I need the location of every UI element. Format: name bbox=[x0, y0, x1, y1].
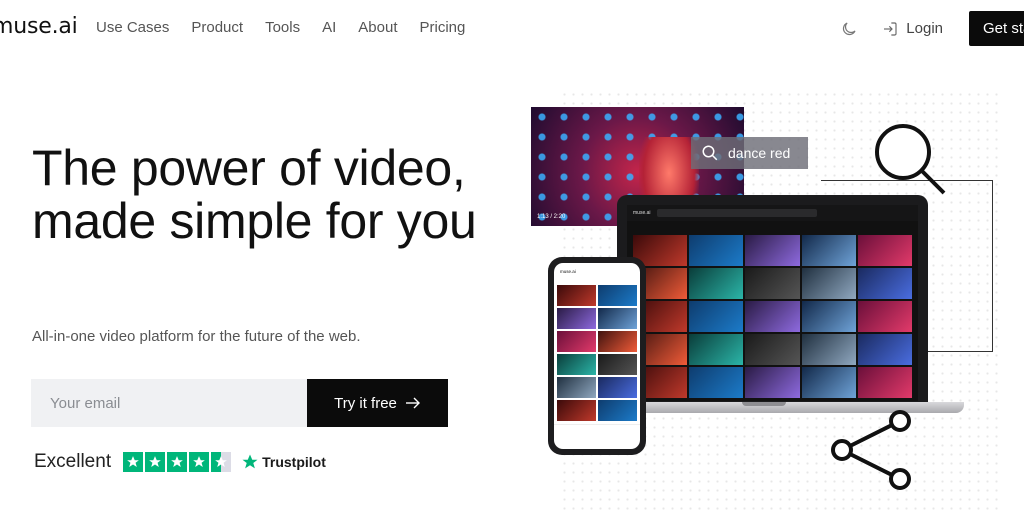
video-thumbnail bbox=[801, 367, 856, 398]
nav-link-product[interactable]: Product bbox=[191, 19, 243, 36]
video-thumbnail bbox=[801, 334, 856, 365]
phone-app-logo: muse.ai bbox=[560, 269, 576, 274]
video-thumbnail bbox=[598, 377, 637, 398]
magnifier-icon bbox=[875, 124, 946, 195]
star-icon bbox=[145, 452, 166, 472]
trustpilot-rating: Excellent Trustpilot bbox=[34, 451, 326, 473]
search-query-overlay: dance red bbox=[691, 137, 808, 169]
video-thumbnail bbox=[689, 268, 744, 299]
email-field-wrapper bbox=[31, 379, 307, 427]
video-thumbnail bbox=[557, 354, 596, 375]
video-thumbnail bbox=[557, 331, 596, 352]
search-icon bbox=[702, 145, 718, 161]
laptop-screen: muse.ai bbox=[627, 205, 918, 401]
trustpilot-star-icon bbox=[242, 454, 258, 469]
video-thumbnail bbox=[857, 235, 912, 266]
laptop-notch bbox=[742, 402, 786, 406]
phone-screen: muse.ai bbox=[554, 263, 640, 449]
video-thumbnail bbox=[801, 235, 856, 266]
star-icon bbox=[123, 452, 144, 472]
video-thumbnail bbox=[689, 235, 744, 266]
nav-link-tools[interactable]: Tools bbox=[265, 19, 300, 36]
nav-link-pricing[interactable]: Pricing bbox=[419, 19, 465, 36]
email-input[interactable] bbox=[50, 394, 290, 412]
video-thumbnail bbox=[689, 301, 744, 332]
video-thumbnail bbox=[598, 331, 637, 352]
phone-video-grid bbox=[554, 285, 640, 421]
video-grid bbox=[627, 235, 918, 398]
video-thumbnail bbox=[801, 268, 856, 299]
star-half-icon bbox=[211, 452, 232, 472]
login-label: Login bbox=[906, 20, 943, 37]
app-search-bar bbox=[656, 209, 817, 217]
video-thumbnail bbox=[745, 268, 800, 299]
login-icon bbox=[884, 21, 897, 36]
app-logo: muse.ai bbox=[633, 210, 651, 216]
video-thumbnail bbox=[857, 301, 912, 332]
star-icon bbox=[167, 452, 188, 472]
nav-link-use-cases[interactable]: Use Cases bbox=[96, 19, 169, 36]
try-it-free-button[interactable]: Try it free bbox=[307, 379, 448, 427]
video-thumbnail bbox=[857, 334, 912, 365]
video-thumbnail bbox=[689, 334, 744, 365]
login-link[interactable]: Login bbox=[882, 20, 943, 37]
video-thumbnail bbox=[557, 377, 596, 398]
video-thumbnail bbox=[598, 400, 637, 421]
video-thumbnail bbox=[745, 301, 800, 332]
video-thumbnail bbox=[745, 367, 800, 398]
top-nav: muse.ai Use Cases Product Tools AI About… bbox=[0, 0, 1024, 56]
app-section-header bbox=[627, 221, 918, 235]
star-icon bbox=[189, 452, 210, 472]
try-it-free-label: Try it free bbox=[334, 394, 397, 412]
laptop-mockup: muse.ai bbox=[617, 195, 928, 405]
nav-right: Login Get started bbox=[840, 11, 1024, 46]
hero-subhead: All-in-one video platform for the future… bbox=[32, 328, 361, 345]
phone-header: muse.ai bbox=[554, 263, 640, 285]
video-thumbnail bbox=[745, 235, 800, 266]
app-topbar: muse.ai bbox=[627, 205, 918, 221]
logo[interactable]: muse.ai bbox=[0, 14, 78, 39]
get-started-button[interactable]: Get started bbox=[969, 11, 1024, 46]
share-icon bbox=[831, 410, 911, 490]
rating-stars bbox=[123, 452, 232, 472]
trustpilot-label: Trustpilot bbox=[262, 454, 326, 470]
hero-headline: The power of video, made simple for you bbox=[32, 140, 477, 249]
video-thumbnail bbox=[598, 308, 637, 329]
trustpilot-logo[interactable]: Trustpilot bbox=[241, 453, 326, 471]
video-thumbnail bbox=[598, 285, 637, 306]
nav-links: Use Cases Product Tools AI About Pricing bbox=[96, 19, 487, 36]
video-thumbnail bbox=[557, 285, 596, 306]
phone-mockup: muse.ai bbox=[548, 257, 646, 455]
nav-link-ai[interactable]: AI bbox=[322, 19, 336, 36]
video-thumbnail bbox=[745, 334, 800, 365]
video-thumbnail bbox=[598, 354, 637, 375]
moon-icon[interactable] bbox=[840, 20, 858, 38]
video-thumbnail bbox=[689, 367, 744, 398]
video-thumbnail bbox=[801, 301, 856, 332]
rating-label: Excellent bbox=[34, 451, 112, 472]
video-time: 1:13 / 2:20 bbox=[537, 214, 566, 220]
search-query-text: dance red bbox=[728, 145, 791, 161]
nav-link-about[interactable]: About bbox=[358, 19, 397, 36]
phone-tabbar bbox=[554, 424, 640, 438]
arrow-right-icon bbox=[405, 397, 420, 409]
video-thumbnail bbox=[857, 268, 912, 299]
video-thumbnail bbox=[857, 367, 912, 398]
video-thumbnail bbox=[557, 308, 596, 329]
video-thumbnail bbox=[557, 400, 596, 421]
